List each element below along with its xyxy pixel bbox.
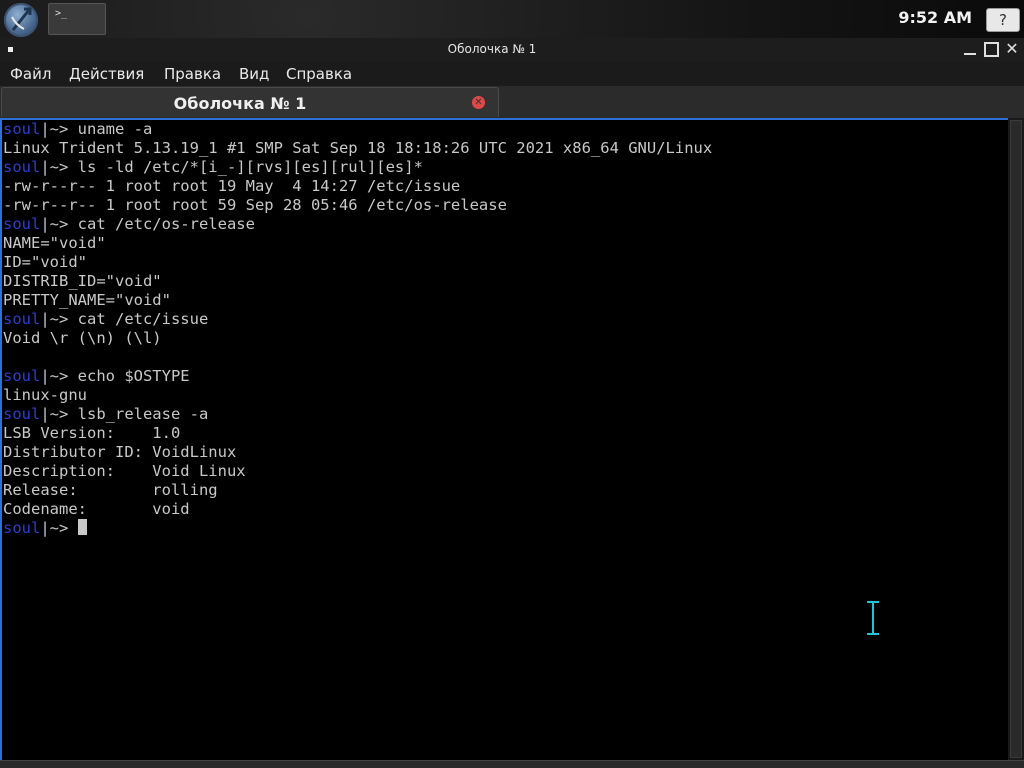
prompt-line: soul|~> echo $OSTYPE <box>3 367 712 386</box>
window-bottom-border <box>0 760 1024 768</box>
output-line: Linux Trident 5.13.19_1 #1 SMP Sat Sep 1… <box>3 139 713 157</box>
trident-logo-icon[interactable] <box>4 3 38 37</box>
output-line: LSB Version: 1.0 <box>3 424 181 442</box>
output-line: PRETTY_NAME="void" <box>3 291 171 309</box>
output-line: Void \r (\n) (\l) <box>3 329 162 347</box>
menu-bar: Файл Действия Правка Вид Справка <box>0 62 1024 86</box>
minimize-button[interactable] <box>962 41 978 57</box>
output-line: Distributor ID: VoidLinux <box>3 443 237 461</box>
prompt-symbol: |~> <box>40 310 78 328</box>
menu-actions[interactable]: Действия <box>69 65 144 83</box>
command-text: uname -a <box>77 120 153 138</box>
prompt-user: soul <box>3 215 41 233</box>
menu-file[interactable]: Файл <box>10 65 51 83</box>
prompt-user: soul <box>3 405 41 423</box>
tab-bar: Оболочка № 1 ✕ <box>0 86 1024 118</box>
prompt-user: soul <box>3 519 41 537</box>
window-titlebar[interactable]: Оболочка № 1 ✕ <box>0 38 1024 63</box>
prompt-symbol: |~> <box>40 367 78 385</box>
prompt-line: soul|~> lsb_release -a <box>3 405 712 424</box>
prompt-line: soul|~> <box>3 519 712 538</box>
output-line: Codename: void <box>3 500 190 518</box>
output-line: DISTRIB_ID="void" <box>3 272 162 290</box>
command-text: lsb_release -a <box>77 405 209 423</box>
output-line: Release: rolling <box>3 481 218 499</box>
prompt-symbol: |~> <box>40 405 78 423</box>
terminal-view[interactable]: soul|~> uname -a Linux Trident 5.13.19_1 … <box>0 118 1008 760</box>
prompt-user: soul <box>3 367 41 385</box>
prompt-user: soul <box>3 158 41 176</box>
top-panel: >_ 9:52 AM ? <box>0 0 1024 38</box>
terminal-taskbar-button[interactable]: >_ <box>48 3 106 35</box>
output-line: Description: Void Linux <box>3 462 246 480</box>
window-title: Оболочка № 1 <box>447 42 537 56</box>
prompt-user: soul <box>3 120 41 138</box>
terminal-output: soul|~> uname -a Linux Trident 5.13.19_1 … <box>3 120 712 538</box>
terminal-icon: >_ <box>55 8 68 19</box>
terminal-scrollbar[interactable] <box>1008 118 1024 760</box>
help-button[interactable]: ? <box>986 8 1020 32</box>
prompt-symbol: |~> <box>40 158 78 176</box>
menu-help[interactable]: Справка <box>286 65 352 83</box>
output-line: NAME="void" <box>3 234 106 252</box>
prompt-line: soul|~> cat /etc/os-release <box>3 215 712 234</box>
tab-shell-1[interactable]: Оболочка № 1 ✕ <box>1 87 499 117</box>
block-cursor <box>77 519 87 535</box>
command-text: cat /etc/os-release <box>77 215 255 233</box>
text-cursor-ibeam-icon <box>866 601 880 635</box>
prompt-line: soul|~> ls -ld /etc/*[i_-][rvs][es][rul]… <box>3 158 712 177</box>
maximize-button[interactable] <box>983 41 999 57</box>
prompt-line: soul|~> cat /etc/issue <box>3 310 712 329</box>
clock[interactable]: 9:52 AM <box>898 8 972 27</box>
close-button[interactable]: ✕ <box>1004 41 1020 57</box>
output-line: ID="void" <box>3 253 87 271</box>
prompt-symbol: |~> <box>40 519 78 537</box>
command-text: cat /etc/issue <box>77 310 209 328</box>
tab-close-icon[interactable]: ✕ <box>472 96 485 109</box>
output-line: -rw-r--r-- 1 root root 59 Sep 28 05:46 /… <box>3 196 507 214</box>
menu-edit[interactable]: Правка <box>164 65 221 83</box>
tab-title: Оболочка № 1 <box>173 94 307 113</box>
output-line: -rw-r--r-- 1 root root 19 May 4 14:27 /e… <box>3 177 461 195</box>
command-text: ls -ld /etc/*[i_-][rvs][es][rul][es]* <box>77 158 423 176</box>
menu-view[interactable]: Вид <box>239 65 269 83</box>
prompt-symbol: |~> <box>40 120 78 138</box>
scrollbar-thumb[interactable] <box>1010 120 1022 758</box>
prompt-user: soul <box>3 310 41 328</box>
prompt-line: soul|~> uname -a <box>3 120 712 139</box>
output-line: linux-gnu <box>3 386 87 404</box>
command-text: echo $OSTYPE <box>77 367 190 385</box>
prompt-symbol: |~> <box>40 215 78 233</box>
